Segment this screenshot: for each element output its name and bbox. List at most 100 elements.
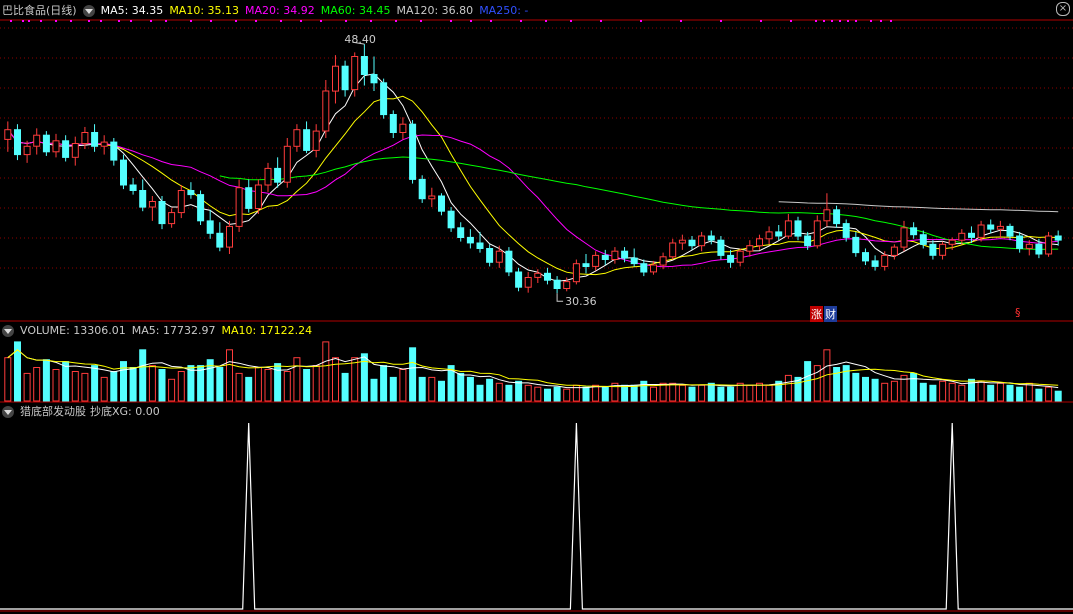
volume-bar [1006, 384, 1014, 402]
event-marker [150, 20, 152, 22]
candle-body [775, 231, 783, 237]
volume-bar [226, 349, 233, 402]
volume-bar [987, 384, 995, 402]
volume-bar [235, 372, 243, 402]
event-marker [395, 20, 397, 22]
candle-body [4, 129, 12, 140]
candle-body [756, 238, 763, 247]
event-marker [22, 20, 24, 22]
volume-bar [910, 372, 918, 402]
candle-body [457, 227, 465, 239]
volume-bar [312, 365, 320, 402]
candle-body [650, 264, 657, 273]
volume-bar [62, 361, 70, 402]
candle-body [486, 248, 494, 263]
candle-body [274, 167, 282, 183]
candle-body [447, 210, 455, 229]
candle-body [871, 260, 879, 267]
volume-bar [919, 382, 927, 402]
candle-body [910, 227, 918, 236]
volume-menu-icon[interactable] [2, 325, 14, 337]
event-marker [847, 20, 849, 22]
event-marker [280, 20, 282, 22]
event-marker [300, 20, 302, 22]
candle-body [1045, 235, 1053, 255]
candle-body [120, 159, 127, 186]
event-marker [100, 20, 102, 22]
volume-bar [669, 382, 677, 402]
candle-body [707, 235, 715, 241]
candle-body [862, 252, 869, 262]
event-marker [831, 20, 833, 22]
volume-bar [100, 376, 108, 402]
event-marker [165, 20, 167, 22]
volume-bar [862, 376, 869, 402]
event-marker [570, 20, 572, 22]
candle-body [669, 242, 677, 258]
candle-body [630, 257, 638, 265]
low-label: 30.36 [565, 295, 597, 308]
candle-body [303, 129, 311, 151]
volume-bar [428, 376, 436, 402]
volume-bar [688, 386, 696, 402]
event-marker [520, 20, 522, 22]
indicator-sub-menu-icon[interactable] [2, 406, 14, 418]
volume-bar [871, 378, 879, 402]
volume-bar [1045, 386, 1053, 402]
event-marker [130, 20, 132, 22]
candle-body [62, 140, 70, 158]
candle-body [890, 246, 898, 256]
volume-bar [958, 384, 966, 402]
volume-bar [4, 357, 12, 402]
volume-bar [23, 372, 31, 402]
candle-body [804, 235, 812, 247]
event-marker [790, 20, 792, 22]
event-marker [450, 20, 452, 22]
candle-body [621, 250, 629, 259]
volume-bar [42, 359, 50, 402]
candle-body [254, 184, 262, 209]
volume-bar [890, 380, 898, 402]
indicator-menu-icon[interactable] [82, 5, 95, 17]
candle-body [1035, 243, 1043, 255]
volume-bar [466, 376, 474, 402]
event-marker [720, 20, 722, 22]
volume-bar [1025, 382, 1033, 402]
candle-body [322, 90, 330, 132]
candle-body [727, 254, 735, 263]
volume-bar [582, 386, 590, 402]
volume-bar [264, 369, 272, 402]
ma60-line [219, 156, 1059, 250]
candle-body [736, 250, 744, 263]
volume-bar [370, 378, 378, 402]
marker-zhang[interactable]: 涨 [810, 306, 823, 322]
event-marker [345, 20, 347, 22]
event-marker [10, 20, 12, 22]
marker-cai[interactable]: 财 [824, 306, 837, 322]
ma120-line [778, 201, 1059, 213]
marker-s[interactable]: § [1015, 306, 1021, 319]
volume-bar [621, 384, 629, 402]
candle-body [129, 184, 137, 191]
candle-body [110, 141, 118, 161]
candle-body [563, 281, 571, 290]
event-marker [890, 20, 892, 22]
candle-body [466, 236, 474, 244]
candle-body [495, 250, 503, 263]
volume-bar [630, 384, 638, 402]
candle-body [1054, 235, 1062, 241]
volume-bar [216, 367, 224, 402]
event-marker [870, 20, 872, 22]
candle-body [428, 195, 436, 200]
candle-body [360, 56, 368, 75]
candle-body [765, 231, 773, 240]
candle-body [582, 263, 590, 268]
event-marker [255, 20, 257, 22]
volume-bar [245, 376, 253, 402]
event-marker [55, 20, 57, 22]
indicator-header: 猎底部发动股 抄底XG: 0.00 [2, 404, 166, 420]
candle-body [418, 178, 426, 200]
volume-bar [784, 374, 792, 402]
close-icon[interactable]: × [1056, 2, 1070, 16]
volume-bar [553, 386, 561, 402]
